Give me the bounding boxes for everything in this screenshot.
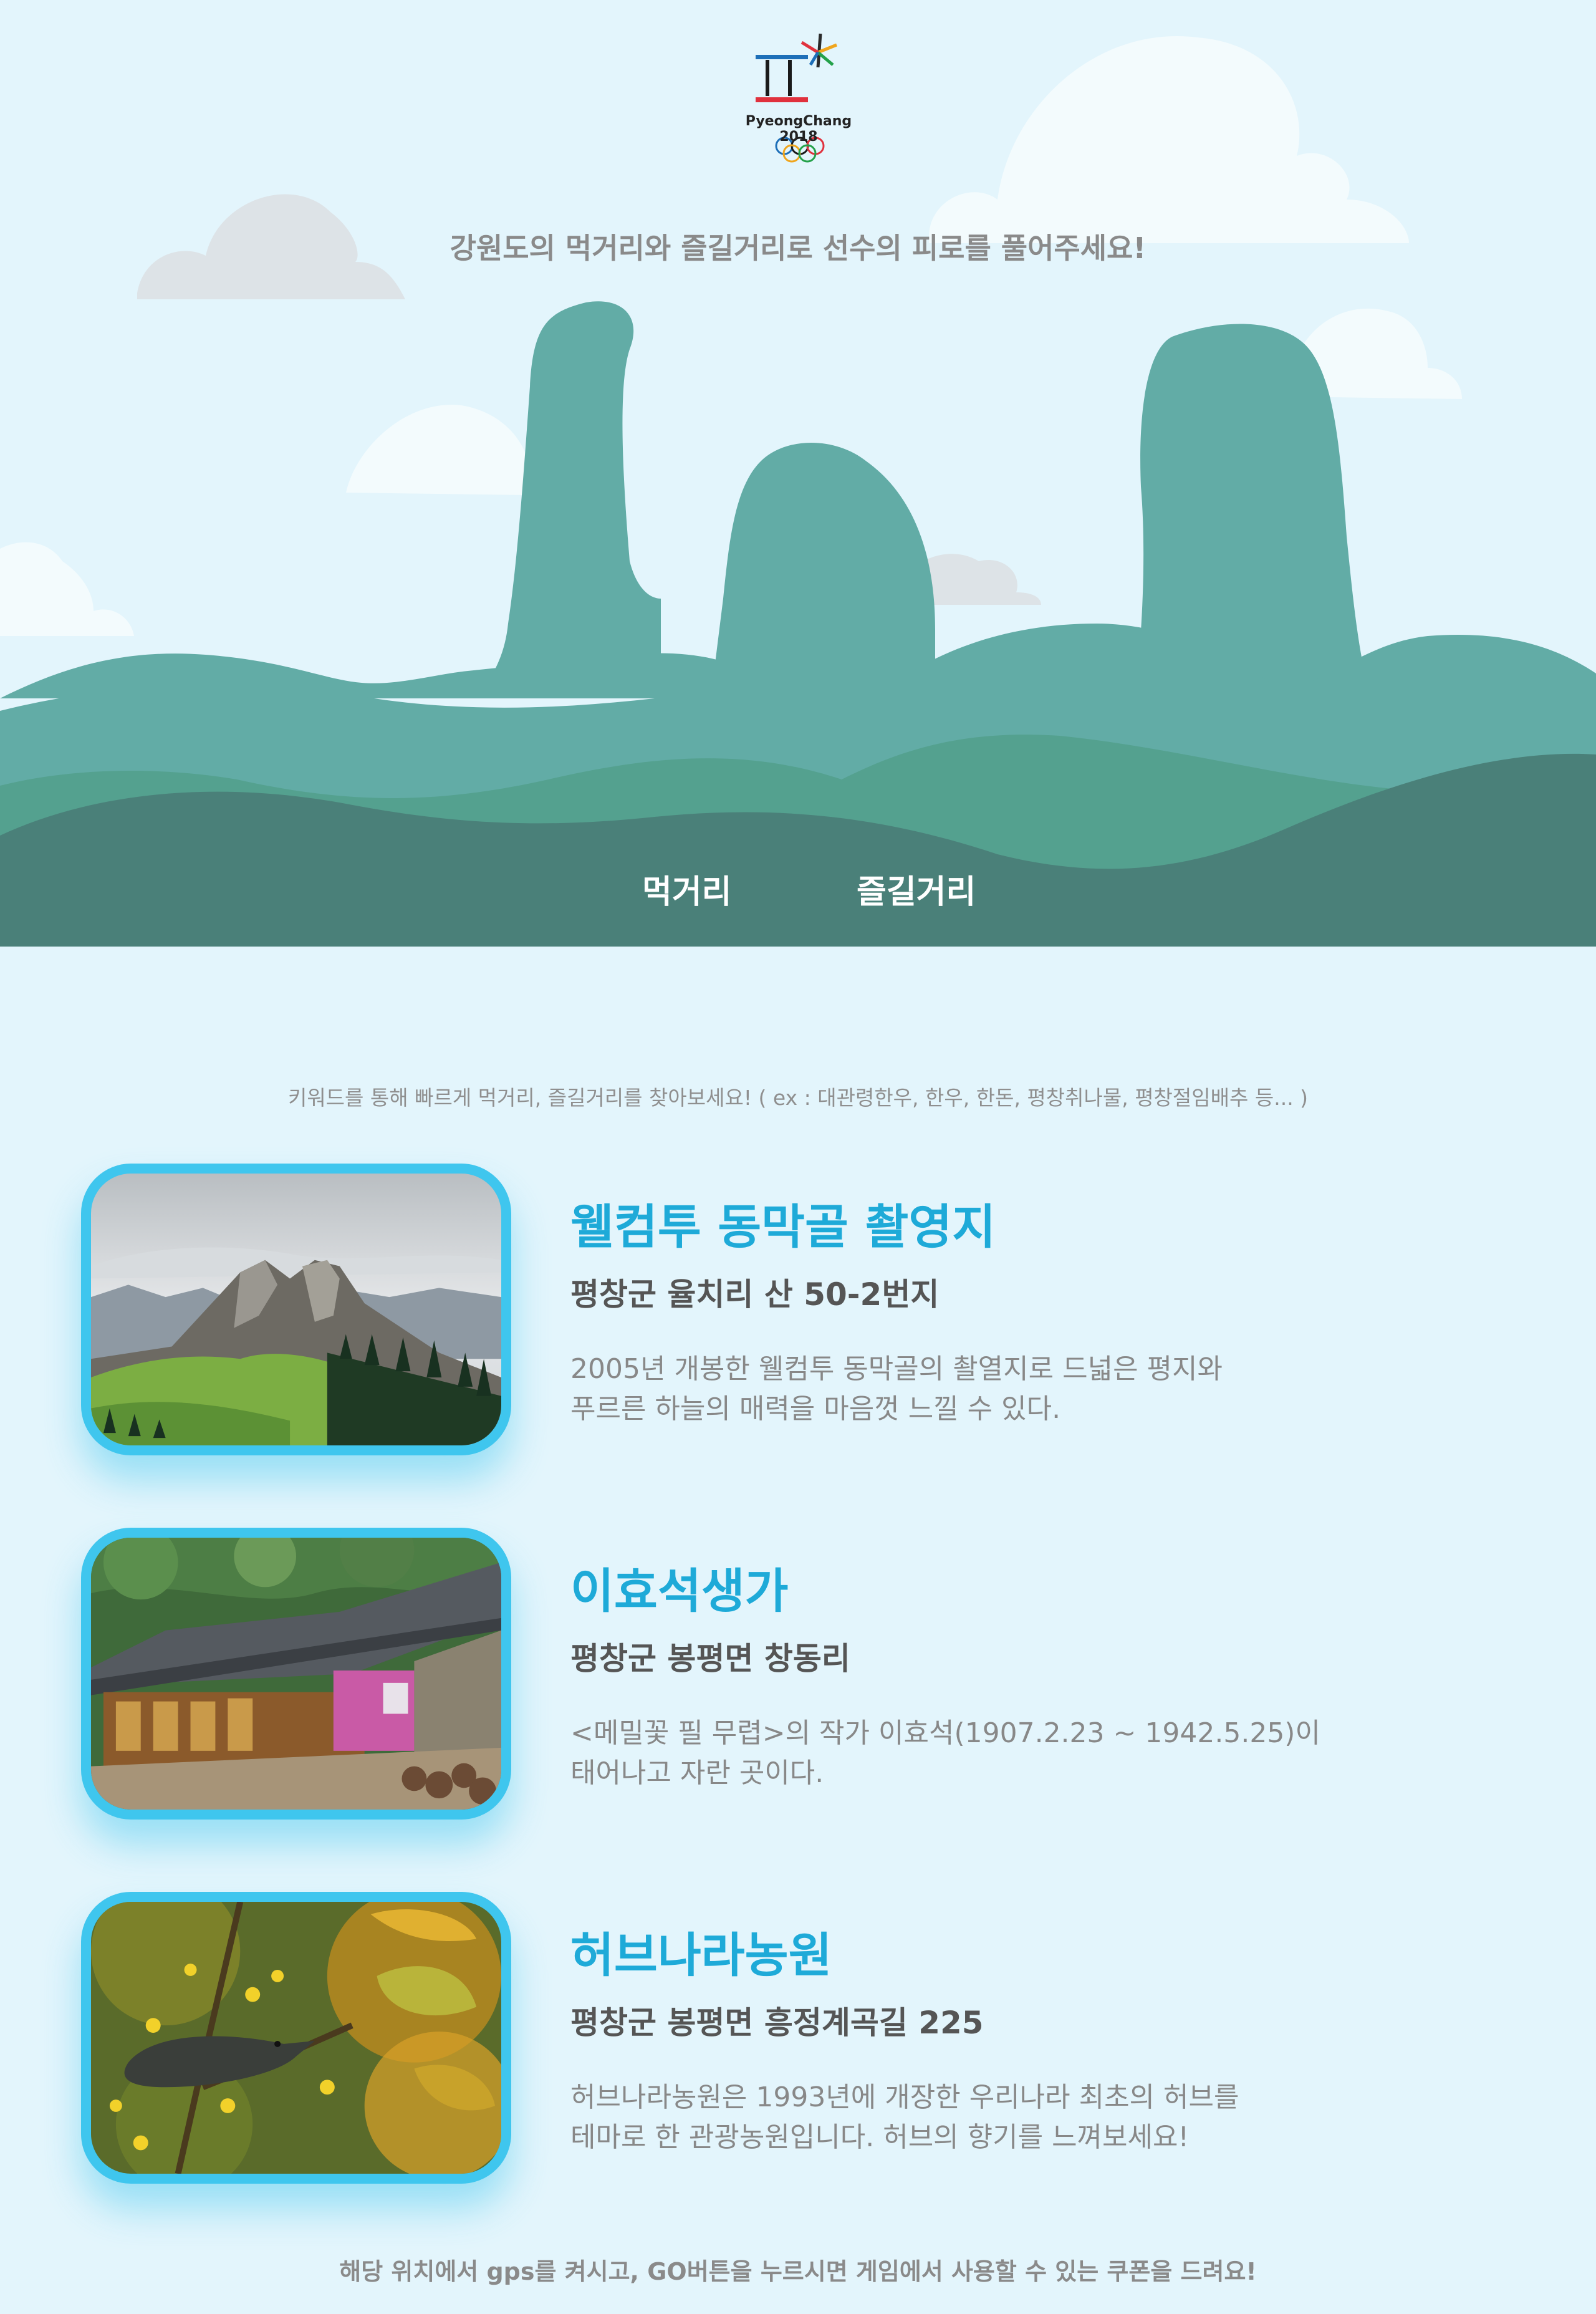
place-address: 평창군 율치리 산 50-2번지 [570, 1276, 940, 1313]
place-address: 평창군 봉평면 창동리 [570, 1641, 850, 1677]
place-card[interactable]: 이효석생가 평창군 봉평면 창동리 <메밀꽃 필 무렵>의 작가 이효석(190… [81, 1528, 1515, 1821]
place-title[interactable]: 웰컴투 동막골 촬영지 [570, 1188, 996, 1257]
olympic-logo-icon [756, 33, 837, 163]
place-address: 평창군 봉평면 흥정계곡길 225 [570, 2005, 984, 2041]
pyeongchang-logo[interactable]: PyeongChang 2018 [727, 27, 870, 168]
mountain-photo[interactable] [81, 1164, 511, 1455]
keyword-hint: 키워드를 통해 빠르게 먹거리, 즐길거리를 찾아보세요! ( ex : 대관령… [287, 1086, 1309, 1110]
logo-wordmark: PyeongChang 2018 [745, 113, 852, 145]
place-title[interactable]: 허브나라농원 [570, 1917, 832, 1985]
description-line: <메밀꽃 필 무렵>의 작가 이효석(1907.2.23 ~ 1942.5.25… [570, 1717, 1320, 1749]
place-description: 2005년 개봉한 웰컴투 동막골의 촬열지로 드넓은 평지와 푸르른 하늘의 … [570, 1349, 1443, 1429]
place-description: <메밀꽃 필 무렵>의 작가 이효석(1907.2.23 ~ 1942.5.25… [570, 1714, 1443, 1793]
description-line: 태어나고 자란 곳이다. [570, 1757, 824, 1789]
nav-food[interactable]: 먹거리 [642, 865, 732, 912]
hero-tagline: 강원도의 먹거리와 즐길거리로 선수의 피로를 풀어주세요! [449, 231, 1147, 265]
place-description: 허브나라농원은 1993년에 개장한 우리나라 최초의 허브를 테마로 한 관광… [570, 2078, 1443, 2157]
bird-image-icon [91, 1902, 501, 2174]
nav-attractions[interactable]: 즐길거리 [857, 865, 976, 912]
description-line: 푸르른 하늘의 매력을 마음껏 느낄 수 있다. [570, 1393, 1061, 1425]
hero-banner: PyeongChang 2018 강원도의 먹거리와 즐길거리로 선수의 피로를… [0, 0, 1596, 947]
traditional-house-photo[interactable] [81, 1528, 511, 1820]
place-title[interactable]: 이효석생가 [570, 1553, 789, 1621]
coupon-notice: 해당 위치에서 gps를 켜시고, GO버튼을 누르시면 게임에서 사용할 수 … [339, 2258, 1257, 2285]
bird-flowers-photo[interactable] [81, 1892, 511, 2184]
place-card[interactable]: 웰컴투 동막골 촬영지 평창군 율치리 산 50-2번지 2005년 개봉한 웰… [81, 1164, 1515, 1457]
house-image-icon [91, 1538, 501, 1810]
description-line: 2005년 개봉한 웰컴투 동막골의 촬열지로 드넓은 평지와 [570, 1353, 1223, 1385]
main-nav: 먹거리 즐길거리 [0, 865, 1596, 912]
place-card[interactable]: 허브나라농원 평창군 봉평면 흥정계곡길 225 허브나라농원은 1993년에 … [81, 1892, 1515, 2185]
mountain-image-icon [91, 1174, 501, 1445]
description-line: 테마로 한 관광농원입니다. 허브의 향기를 느껴보세요! [570, 2121, 1190, 2153]
description-line: 허브나라농원은 1993년에 개장한 우리나라 최초의 허브를 [570, 2081, 1239, 2113]
